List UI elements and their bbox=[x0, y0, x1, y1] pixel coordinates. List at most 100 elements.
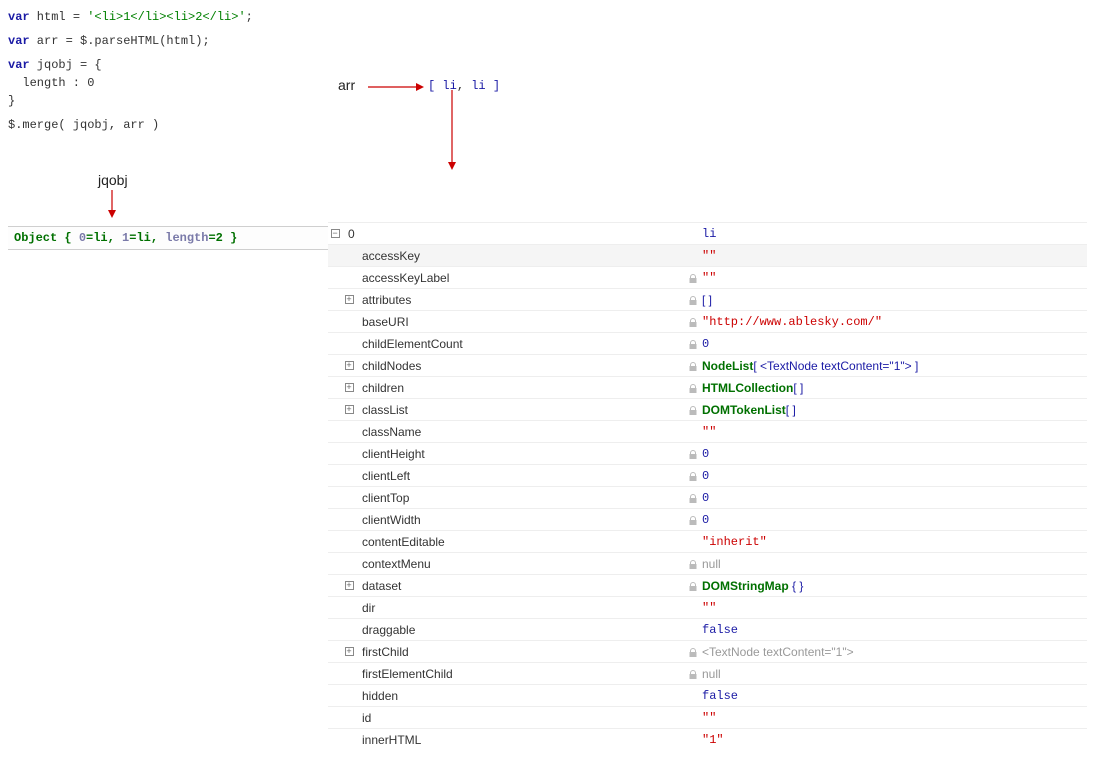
annotation-arr-label: arr bbox=[338, 75, 355, 96]
tree-row[interactable]: accessKey "" bbox=[328, 244, 1087, 266]
tree-value: false bbox=[702, 688, 738, 703]
tree-value: "" bbox=[702, 710, 716, 725]
tree-value: false bbox=[702, 622, 738, 637]
tree-key: firstChild bbox=[362, 645, 409, 659]
tree-value: null bbox=[702, 667, 721, 681]
tree-row[interactable]: innerHTML "1" bbox=[328, 728, 1087, 750]
tree-key: childElementCount bbox=[362, 337, 463, 351]
collapse-icon[interactable]: − bbox=[331, 229, 340, 238]
tree-row[interactable]: draggable false bbox=[328, 618, 1087, 640]
tree-key: childNodes bbox=[362, 359, 421, 373]
tree-row-root[interactable]: − 0 li bbox=[328, 222, 1087, 244]
tree-row[interactable]: + classList DOMTokenList[ ] bbox=[328, 398, 1087, 420]
expand-icon[interactable]: + bbox=[345, 383, 354, 392]
tree-value: 0 bbox=[702, 468, 709, 483]
tree-value: DOMTokenList[ ] bbox=[702, 403, 796, 417]
annotation-arr-value: [ li, li ] bbox=[428, 77, 500, 95]
expand-icon[interactable]: + bbox=[345, 405, 354, 414]
tree-value: 0 bbox=[702, 336, 709, 351]
tree-row[interactable]: baseURI "http://www.ablesky.com/" bbox=[328, 310, 1087, 332]
tree-row[interactable]: dir "" bbox=[328, 596, 1087, 618]
tree-value: NodeList[ <TextNode textContent="1"> ] bbox=[702, 359, 918, 373]
tree-value: DOMStringMap { } bbox=[702, 579, 803, 593]
tree-value: null bbox=[702, 557, 721, 571]
tree-value: "" bbox=[702, 270, 716, 285]
tree-key: innerHTML bbox=[362, 733, 421, 747]
tree-row[interactable]: firstElementChildnull bbox=[328, 662, 1087, 684]
tree-key: clientTop bbox=[362, 491, 409, 505]
lock-icon bbox=[688, 471, 698, 481]
tree-value: <TextNode textContent="1"> bbox=[702, 645, 854, 659]
lock-icon bbox=[688, 493, 698, 503]
tree-key: className bbox=[362, 425, 421, 439]
tree-key: contextMenu bbox=[362, 557, 431, 571]
expand-icon[interactable]: + bbox=[345, 295, 354, 304]
tree-row[interactable]: clientHeight 0 bbox=[328, 442, 1087, 464]
tree-value: "" bbox=[702, 424, 716, 439]
tree-key: 0 bbox=[348, 227, 355, 241]
tree-row[interactable]: + dataset DOMStringMap { } bbox=[328, 574, 1087, 596]
tree-row[interactable]: clientLeft0 bbox=[328, 464, 1087, 486]
tree-value: "" bbox=[702, 600, 716, 615]
lock-icon bbox=[688, 339, 698, 349]
tree-key: attributes bbox=[362, 293, 411, 307]
annotation-jqobj-label: jqobj bbox=[98, 172, 328, 188]
tree-row[interactable]: + childNodes NodeList[ <TextNode textConte… bbox=[328, 354, 1087, 376]
tree-value: 0 bbox=[702, 446, 709, 461]
tree-key: clientHeight bbox=[362, 447, 425, 461]
tree-key: draggable bbox=[362, 623, 415, 637]
code-snippet: var html = '<li>1</li><li>2</li>'; var a… bbox=[8, 8, 1087, 134]
lock-icon bbox=[688, 647, 698, 657]
tree-row[interactable]: clientTop 0 bbox=[328, 486, 1087, 508]
arrow-right-icon bbox=[368, 83, 423, 93]
tree-value: li bbox=[702, 227, 716, 241]
tree-row[interactable]: hidden false bbox=[328, 684, 1087, 706]
tree-row[interactable]: contextMenu null bbox=[328, 552, 1087, 574]
lock-icon bbox=[688, 383, 698, 393]
tree-key: dir bbox=[362, 601, 375, 615]
tree-row[interactable]: childElementCount 0 bbox=[328, 332, 1087, 354]
tree-value: "http://www.ablesky.com/" bbox=[702, 314, 882, 329]
lock-icon bbox=[688, 559, 698, 569]
property-inspector: − 0 li accessKey "" accessKeyLabel "" + attri… bbox=[328, 222, 1087, 750]
tree-key: contentEditable bbox=[362, 535, 445, 549]
tree-row[interactable]: accessKeyLabel "" bbox=[328, 266, 1087, 288]
lock-icon bbox=[688, 405, 698, 415]
tree-row[interactable]: id "" bbox=[328, 706, 1087, 728]
lock-icon bbox=[688, 361, 698, 371]
tree-key: classList bbox=[362, 403, 408, 417]
lock-icon bbox=[688, 317, 698, 327]
expand-icon[interactable]: + bbox=[345, 647, 354, 656]
tree-key: hidden bbox=[362, 689, 398, 703]
tree-key: baseURI bbox=[362, 315, 409, 329]
tree-row[interactable]: + children HTMLCollection[ ] bbox=[328, 376, 1087, 398]
lock-icon bbox=[688, 515, 698, 525]
lock-icon bbox=[688, 581, 698, 591]
expand-icon[interactable]: + bbox=[345, 581, 354, 590]
tree-row[interactable]: contentEditable "inherit" bbox=[328, 530, 1087, 552]
tree-key: children bbox=[362, 381, 404, 395]
tree-row[interactable]: clientWidth 0 bbox=[328, 508, 1087, 530]
lock-icon bbox=[688, 449, 698, 459]
tree-key: accessKey bbox=[362, 249, 420, 263]
tree-key: clientWidth bbox=[362, 513, 421, 527]
tree-value: [ ] bbox=[702, 293, 712, 307]
lock-icon bbox=[688, 273, 698, 283]
tree-value: HTMLCollection[ ] bbox=[702, 381, 803, 395]
tree-key: dataset bbox=[362, 579, 401, 593]
tree-value: "" bbox=[702, 248, 716, 263]
arrow-down-icon bbox=[108, 190, 118, 218]
tree-row[interactable]: className "" bbox=[328, 420, 1087, 442]
jqobj-result[interactable]: Object { 0=li, 1=li, length=2 } bbox=[8, 226, 328, 250]
expand-icon[interactable]: + bbox=[345, 361, 354, 370]
tree-key: id bbox=[362, 711, 371, 725]
tree-row[interactable]: + firstChild <TextNode textContent="1"> bbox=[328, 640, 1087, 662]
tree-value: 0 bbox=[702, 512, 709, 527]
tree-value: "inherit" bbox=[702, 534, 767, 549]
tree-value: "1" bbox=[702, 732, 724, 747]
tree-key: accessKeyLabel bbox=[362, 271, 449, 285]
lock-icon bbox=[688, 295, 698, 305]
tree-row[interactable]: + attributes [ ] bbox=[328, 288, 1087, 310]
tree-value: 0 bbox=[702, 490, 709, 505]
lock-icon bbox=[688, 669, 698, 679]
